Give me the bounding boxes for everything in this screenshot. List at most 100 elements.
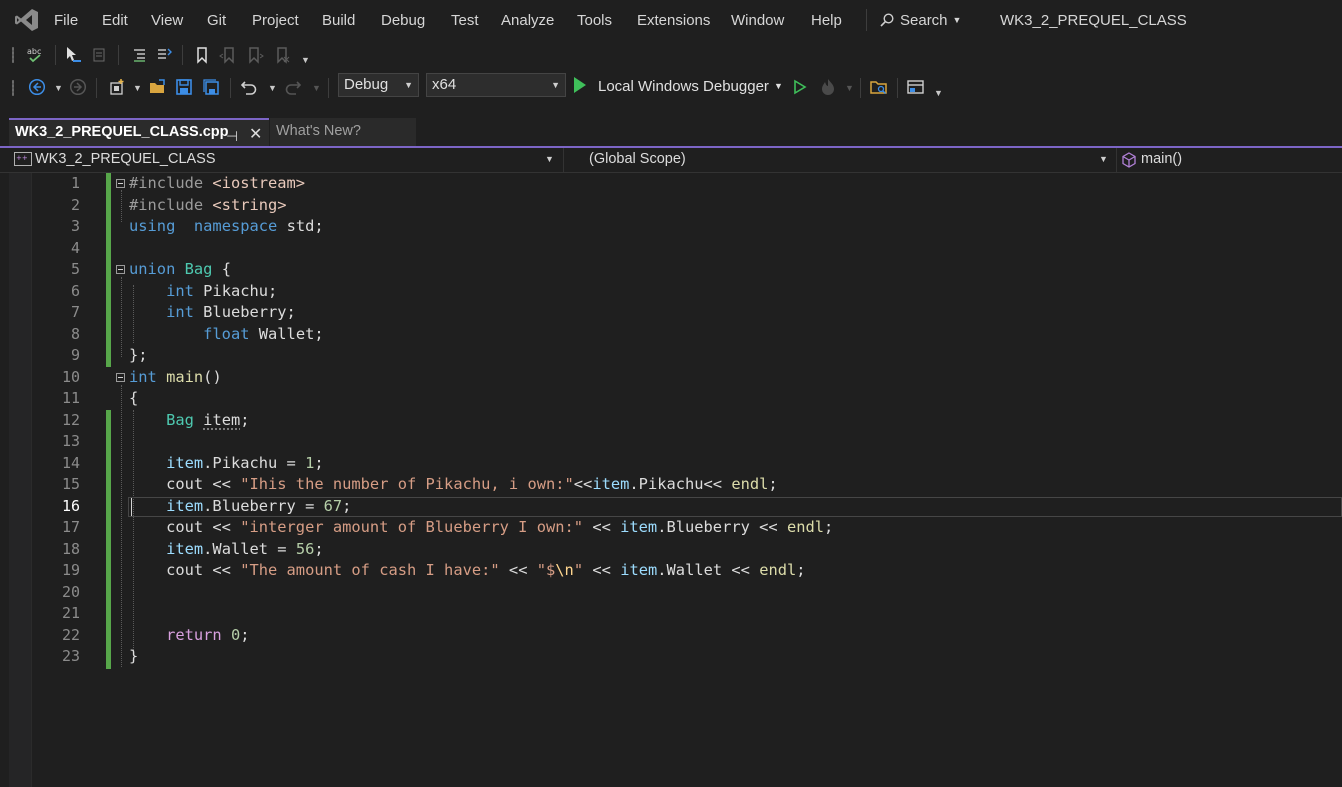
search-icon (880, 13, 894, 27)
pin-icon[interactable]: ⊣ (226, 124, 238, 148)
code-line[interactable]: } (129, 646, 138, 668)
code-line[interactable]: using namespace std; (129, 216, 324, 238)
redo-icon[interactable] (282, 76, 304, 98)
code-line[interactable]: #include <string> (129, 195, 287, 217)
menu-edit[interactable]: Edit (102, 11, 128, 31)
code-line[interactable]: item.Pikachu = 1; (129, 453, 324, 475)
code-line[interactable]: { (129, 388, 138, 410)
code-line[interactable]: cout << "The amount of cash I have:" << … (129, 560, 806, 582)
save-all-icon[interactable] (200, 76, 222, 98)
toolbar-separator (230, 78, 231, 98)
chevron-down-icon[interactable]: ▼ (54, 83, 63, 93)
menu-build[interactable]: Build (322, 11, 355, 31)
code-line[interactable]: }; (129, 345, 148, 367)
chevron-down-icon: ▼ (545, 154, 554, 164)
code-line[interactable]: return 0; (129, 625, 249, 647)
code-line[interactable]: int Blueberry; (129, 302, 296, 324)
next-bookmark-icon[interactable] (244, 44, 266, 66)
menu-test[interactable]: Test (451, 11, 479, 31)
code-token: .Pikachu<< (629, 475, 732, 493)
toolbar-grip[interactable] (11, 78, 15, 98)
change-bar (106, 173, 111, 367)
clear-bookmarks-icon[interactable] (271, 44, 293, 66)
project-dropdown[interactable]: ++ WK3_2_PREQUEL_CLASS ▼ (12, 148, 560, 172)
bookmark-icon[interactable] (191, 44, 213, 66)
code-line[interactable]: #include <iostream> (129, 173, 305, 195)
undo-icon[interactable] (238, 76, 260, 98)
chevron-down-icon[interactable]: ▼ (133, 83, 142, 93)
chevron-down-icon[interactable]: ▼ (312, 83, 321, 93)
member-name: main() (1141, 151, 1183, 167)
menu-extensions[interactable]: Extensions (637, 11, 710, 31)
comment-icon[interactable] (128, 44, 150, 66)
forward-icon[interactable] (67, 76, 89, 98)
code-line[interactable]: Bag item; (129, 410, 249, 432)
select-cursor-icon[interactable] (62, 44, 84, 66)
code-line[interactable]: int Pikachu; (129, 281, 277, 303)
member-dropdown[interactable]: main() (1116, 148, 1342, 172)
code-token: int (166, 281, 194, 300)
code-line[interactable]: float Wallet; (129, 324, 323, 346)
line-number-current: 16 (61, 496, 80, 515)
window-layout-icon[interactable] (905, 76, 927, 98)
toolbar-overflow-icon[interactable]: ▼ (301, 55, 310, 65)
play-icon (574, 77, 586, 93)
open-folder-icon[interactable] (147, 76, 169, 98)
code-line[interactable]: cout << "Ihis the number of Pikachu, i o… (129, 474, 778, 496)
line-number: 23 (61, 647, 80, 665)
new-project-icon[interactable] (106, 76, 128, 98)
scope-dropdown[interactable]: (Global Scope) ▼ (563, 148, 1113, 172)
spell-check-icon[interactable]: abc (24, 44, 46, 66)
collapse-icon[interactable] (116, 179, 125, 188)
collapse-icon[interactable] (116, 265, 125, 274)
code-token: 1 (305, 453, 315, 472)
previous-bookmark-icon[interactable] (217, 44, 239, 66)
toolbar-overflow-icon[interactable]: ▼ (934, 88, 943, 98)
chevron-down-icon[interactable]: ▼ (845, 83, 854, 93)
menu-debug[interactable]: Debug (381, 11, 425, 31)
code-line[interactable]: union Bag { (129, 259, 231, 281)
menu-help[interactable]: Help (811, 11, 842, 31)
close-icon[interactable]: ✕ (249, 123, 262, 147)
list-members-icon[interactable] (89, 44, 111, 66)
menu-analyze[interactable]: Analyze (501, 11, 554, 31)
menu-tools[interactable]: Tools (577, 11, 612, 31)
code-token: ; (824, 518, 834, 536)
code-line[interactable]: cout << "interger amount of Blueberry I … (129, 517, 833, 539)
solution-platform-select[interactable]: x64 ▼ (426, 73, 566, 97)
run-label: Local Windows Debugger (598, 78, 769, 95)
menu-separator (866, 9, 867, 31)
menu-file[interactable]: File (54, 11, 78, 31)
back-icon[interactable] (26, 76, 48, 98)
visual-studio-logo[interactable] (14, 7, 40, 33)
line-number: 12 (61, 410, 80, 429)
collapse-icon[interactable] (116, 373, 125, 382)
menu-git[interactable]: Git (207, 11, 226, 31)
code-line[interactable]: int main() (129, 367, 222, 389)
toolbar-grip[interactable] (11, 45, 15, 65)
line-number: 7 (70, 303, 80, 321)
code-line[interactable]: item.Wallet = 56; (129, 539, 324, 561)
solution-explorer-icon[interactable] (868, 76, 890, 98)
line-number: 11 (61, 389, 80, 407)
tab-wk3-2-prequel-class-cpp[interactable]: WK3_2_PREQUEL_CLASS.cpp ⊣ ✕ (9, 118, 269, 146)
menu-project[interactable]: Project (252, 11, 299, 31)
code-token: () (203, 367, 222, 386)
code-line[interactable]: item.Blueberry = 67; (129, 496, 351, 518)
save-icon[interactable] (173, 76, 195, 98)
menu-window[interactable]: Window (731, 11, 784, 31)
menu-view[interactable]: View (151, 11, 183, 31)
tab-whats-new[interactable]: What's New? (270, 118, 416, 146)
start-debugging-button[interactable]: Local Windows Debugger ▼ (574, 75, 783, 97)
solution-configuration-select[interactable]: Debug ▼ (338, 73, 419, 97)
start-without-debug-icon[interactable] (788, 76, 810, 98)
hot-reload-icon[interactable] (817, 76, 839, 98)
search-box[interactable]: Search ▼ (880, 10, 961, 30)
indicator-margin[interactable] (9, 173, 32, 787)
chevron-down-icon[interactable]: ▼ (268, 83, 277, 93)
code-token: item (166, 496, 204, 515)
uncomment-icon[interactable] (153, 44, 175, 66)
